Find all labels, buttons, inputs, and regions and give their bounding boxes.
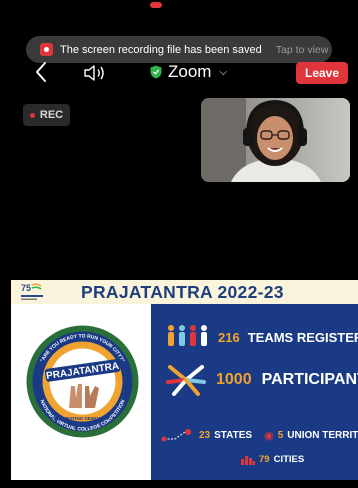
speaker-button[interactable] (82, 63, 108, 83)
participant-video (201, 98, 350, 182)
states-count: 23 (199, 429, 211, 441)
chevron-left-icon (36, 62, 46, 82)
teams-stat: 216 TEAMS REGISTERED (166, 324, 358, 350)
recording-indicator-icon (150, 2, 162, 8)
tap-to-view-link[interactable]: Tap to view (276, 44, 329, 56)
hands-together-icon (166, 365, 206, 396)
participants-count: 1000 (216, 371, 252, 388)
azadi-amrit-mahotsav-logo: 75 (21, 283, 43, 300)
slide-title: PRAJATANTRA 2022-23 (81, 282, 284, 302)
shield-icon (150, 65, 162, 79)
slide-emblem-panel: "ARE YOU READY TO RUN YOUR CITY?" NATION… (11, 304, 151, 480)
chevron-down-icon: ⌵ (219, 66, 228, 78)
states-label: STATES (214, 429, 253, 441)
ut-label: UNION TERRITORIES (287, 429, 358, 441)
ut-count: 5 (277, 429, 284, 441)
svg-text:75: 75 (21, 283, 31, 293)
status-bar (0, 0, 358, 22)
speaker-icon (84, 65, 104, 81)
participant-video-tile[interactable] (201, 98, 350, 182)
toast-message: The screen recording file has been saved (60, 43, 262, 56)
city-skyline-icon (241, 455, 255, 465)
cities-count: 79 (259, 454, 270, 465)
location-pin-icon: ◉ (264, 429, 274, 442)
cities-label: CITIES (273, 454, 305, 465)
teams-count: 216 (218, 329, 240, 345)
rec-dot-icon (29, 112, 35, 118)
states-stat: 23 STATES ◉ 5 UNION TERRITORIES (161, 428, 358, 442)
teams-label: TEAMS REGISTERED (247, 329, 358, 345)
route-pin-icon (161, 429, 191, 442)
cities-stat: 79 CITIES (241, 454, 304, 465)
people-group-icon (168, 325, 207, 346)
rec-badge[interactable]: REC (23, 104, 70, 126)
shared-screen-slide: 75 PRAJATANTRA 2022-23 "ARE YOU READY TO… (11, 280, 358, 480)
rec-label: REC (39, 109, 64, 121)
slide-stats-panel: 216 TEAMS REGISTERED 1000 PARTICIPANTS (151, 304, 358, 480)
prajatantra-emblem: "ARE YOU READY TO RUN YOUR CITY?" NATION… (26, 325, 139, 438)
screen-record-icon (40, 43, 53, 56)
participants-stat: 1000 PARTICIPANTS (166, 364, 358, 396)
meeting-top-bar: Zoom ⌵ Leave (0, 58, 358, 88)
app-name: Zoom (168, 62, 212, 81)
slide-header: 75 PRAJATANTRA 2022-23 (11, 280, 358, 304)
meeting-info-menu[interactable]: Zoom ⌵ (150, 62, 227, 82)
emblem-tagline: CELEBRATING DEMOCRACY (50, 416, 114, 421)
back-button[interactable] (34, 61, 50, 83)
leave-button[interactable]: Leave (296, 62, 348, 84)
participants-label: PARTICIPANTS (261, 371, 358, 388)
